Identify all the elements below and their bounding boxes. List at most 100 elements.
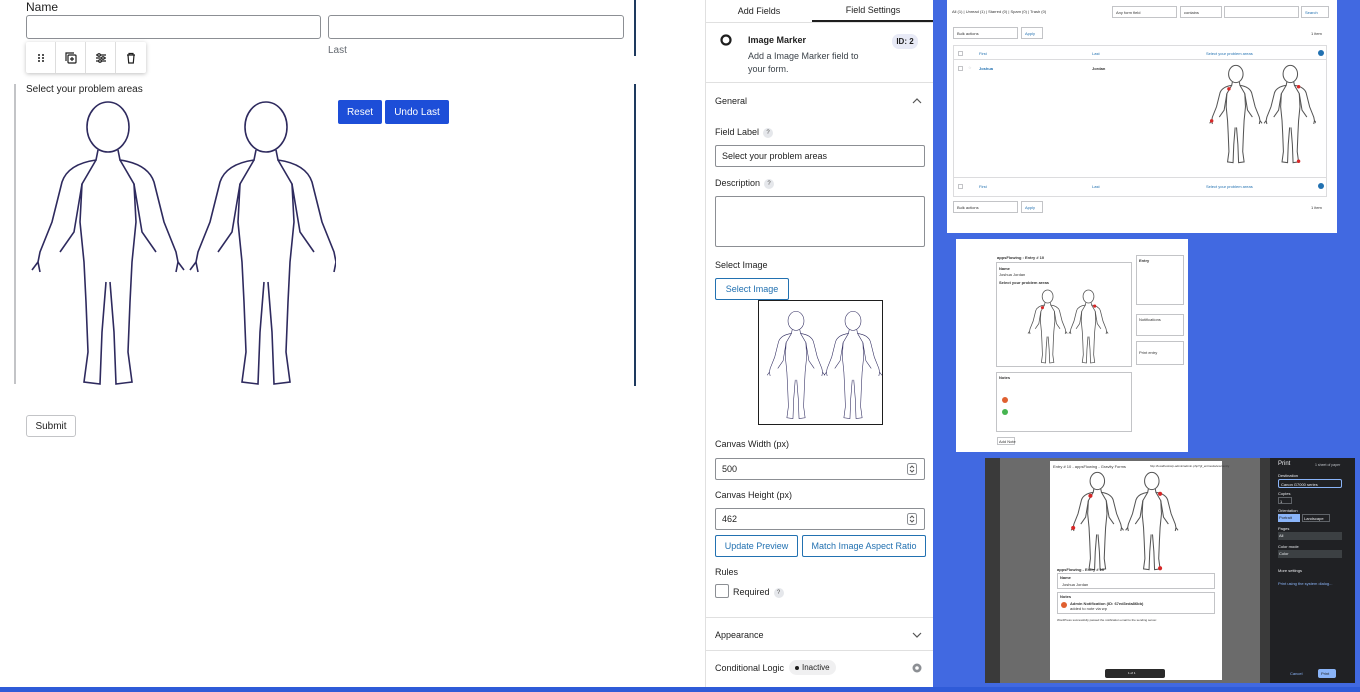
form-editor-canvas: Name Last Select your problem areas Rese… — [0, 0, 705, 692]
problem-areas-label: Select your problem areas — [26, 84, 143, 95]
col-last[interactable]: Last — [1092, 51, 1100, 56]
match-aspect-ratio-button[interactable]: Match Image Aspect Ratio — [802, 535, 926, 557]
entries-search-input[interactable] — [1224, 6, 1299, 18]
name-field-label: Name — [26, 0, 59, 14]
page-indicator: 1 of 1 — [1128, 671, 1136, 675]
notes-box: Notes — [996, 372, 1132, 432]
select-image-label: Select Image — [715, 260, 768, 270]
drag-handle-icon[interactable] — [26, 42, 56, 73]
first-name-input[interactable] — [26, 15, 321, 39]
col-first[interactable]: First — [979, 51, 987, 56]
apply-button-bottom[interactable]: Apply — [1021, 201, 1043, 213]
color-mode-select[interactable]: Color — [1278, 550, 1342, 558]
pages-select[interactable]: All — [1278, 532, 1342, 540]
field-label-input[interactable]: Select your problem areas — [715, 145, 925, 167]
body-diagram-canvas[interactable] — [26, 98, 336, 388]
cancel-button[interactable]: Cancel — [1290, 671, 1302, 676]
entries-search-button[interactable]: Search — [1301, 6, 1329, 18]
page-nav-bar[interactable]: 1 of 1 — [1105, 669, 1165, 678]
tab-add-fields[interactable]: Add Fields — [706, 0, 812, 22]
description-textarea[interactable] — [715, 196, 925, 247]
description-label: Description? — [715, 178, 775, 189]
select-image-button[interactable]: Select Image — [715, 278, 789, 300]
row-last-name: Jordan — [1092, 66, 1106, 71]
notifications-label: Notifications — [1139, 317, 1161, 322]
landscape-option[interactable]: Landscape — [1302, 514, 1330, 522]
select-all-checkbox-footer[interactable] — [958, 184, 963, 189]
field-label-label: Field Label? — [715, 127, 774, 138]
duplicate-icon[interactable] — [56, 42, 86, 73]
chevron-up-icon[interactable] — [912, 96, 922, 106]
canvas-width-label: Canvas Width (px) — [715, 439, 790, 449]
entries-list-window: All (1) | Unread (1) | Starred (0) | Spa… — [947, 0, 1337, 233]
print-button[interactable]: Print — [1318, 669, 1336, 678]
stepper-icon[interactable] — [907, 463, 917, 475]
trash-icon[interactable] — [116, 42, 146, 73]
print-title: Print — [1278, 461, 1291, 467]
print-note-sub: added to note via wp — [1070, 606, 1107, 611]
tab-field-settings[interactable]: Field Settings — [812, 0, 933, 22]
entry-sidebar-box: Entry — [1136, 255, 1184, 305]
add-note-button[interactable]: Add Note — [997, 437, 1016, 445]
notes-label: Notes — [999, 375, 1011, 380]
settings-sliders-icon[interactable] — [86, 42, 116, 73]
select-all-checkbox[interactable] — [958, 51, 963, 56]
undo-last-button[interactable]: Undo Last — [385, 100, 449, 124]
gear-icon[interactable] — [911, 662, 923, 674]
submit-button[interactable]: Submit — [26, 415, 76, 437]
help-icon[interactable]: ? — [773, 588, 784, 598]
general-section-label[interactable]: General — [715, 96, 747, 106]
row-first-name[interactable]: Joshua — [979, 66, 993, 71]
last-name-input[interactable] — [328, 15, 624, 39]
form-field-select[interactable]: Any form field — [1112, 6, 1177, 18]
chevron-down-icon[interactable] — [912, 630, 922, 640]
entry-detail-window: appsFlowing : Entry # 10 Name Joshua Jor… — [956, 239, 1188, 452]
entries-table: First Last Select your problem areas ☆ J… — [953, 45, 1327, 197]
help-icon[interactable]: ? — [763, 128, 774, 138]
help-icon[interactable]: ? — [764, 179, 775, 189]
gear-icon[interactable] — [1318, 183, 1324, 189]
bulk-actions-select-bottom[interactable]: Bulk actions — [953, 201, 1018, 213]
entries-filter-links[interactable]: All (1) | Unread (1) | Starred (0) | Spa… — [952, 9, 1046, 14]
field-type-description: Add a Image Marker field to your form. — [748, 51, 859, 74]
gear-icon[interactable] — [1318, 50, 1324, 56]
col-last-footer[interactable]: Last — [1092, 184, 1100, 189]
print-notes-box: Notes Admin Notification (ID: 67ed3eda86… — [1057, 592, 1215, 614]
conditional-logic-label[interactable]: Conditional Logic — [715, 663, 784, 673]
operator-select[interactable]: contains — [1180, 6, 1222, 18]
image-preview — [758, 300, 883, 425]
col-first-footer[interactable]: First — [979, 184, 987, 189]
canvas-width-input[interactable]: 500 — [715, 458, 925, 480]
required-checkbox[interactable] — [715, 584, 729, 598]
more-settings-toggle[interactable]: More settings — [1278, 568, 1302, 573]
bulk-actions-select[interactable]: Bulk actions — [953, 27, 1018, 39]
apply-button[interactable]: Apply — [1021, 27, 1043, 39]
col-problem-footer[interactable]: Select your problem areas — [1206, 184, 1253, 189]
update-preview-button[interactable]: Update Preview — [715, 535, 798, 557]
col-problem-areas[interactable]: Select your problem areas — [1206, 51, 1253, 56]
destination-label: Destination — [1278, 473, 1299, 478]
appearance-section-label[interactable]: Appearance — [715, 630, 764, 640]
system-dialog-link[interactable]: Print using the system dialog... — [1278, 581, 1332, 586]
entry-detail-card: Name Joshua Jordan Select your problem a… — [996, 262, 1132, 367]
entry-marked-image — [1209, 64, 1316, 164]
print-note-body: WordPress successfully passed the notifi… — [1057, 618, 1157, 622]
reset-button[interactable]: Reset — [338, 100, 382, 124]
print-notes-label: Notes — [1060, 594, 1072, 599]
portrait-option[interactable]: Portrait — [1278, 514, 1300, 522]
entry-field-label: Select your problem areas — [999, 280, 1050, 285]
copies-input[interactable]: 1 — [1278, 497, 1292, 504]
canvas-height-input[interactable]: 462 — [715, 508, 925, 530]
entry-detail-image — [1027, 289, 1109, 364]
canvas-height-label: Canvas Height (px) — [715, 490, 793, 500]
row-checkbox[interactable] — [958, 66, 963, 71]
star-icon[interactable]: ☆ — [968, 65, 972, 70]
print-preview-window: Entry # 10 - appsFlowing - Gravity Forms… — [985, 458, 1355, 683]
table-header — [954, 46, 1326, 60]
print-entry-label[interactable]: Print entry — [1139, 350, 1157, 355]
destination-select[interactable]: Canon G7000 series — [1278, 479, 1342, 488]
print-page-image — [1070, 471, 1179, 571]
field-id-badge: ID: 2 — [892, 34, 918, 49]
stepper-icon[interactable] — [907, 513, 917, 525]
taskbar-strip — [0, 687, 1360, 692]
